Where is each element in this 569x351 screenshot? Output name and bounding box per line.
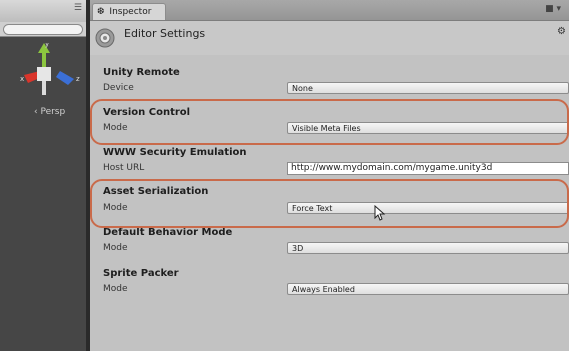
sprite-packer-mode-dropdown[interactable]: Always Enabled [287,283,569,295]
gizmo-z-label: z [76,75,80,83]
inspector-header: Editor Settings ⚙ [90,21,569,55]
host-url-field[interactable]: http://www.mydomain.com/mygame.unity3d [287,162,569,175]
panel-menu-icon[interactable]: ☰ [74,3,82,13]
section-title-unity-remote: Unity Remote [103,67,180,78]
page-title: Editor Settings [124,27,206,40]
scene-search-input[interactable] [3,24,83,35]
inspector-tab-icon: ❆ [97,7,105,17]
default-behavior-mode-dropdown[interactable]: 3D [287,242,569,254]
scene-view[interactable]: y x z ‹ Persp [0,37,86,351]
scene-search-bar [0,22,86,37]
default-behavior-mode-label: Mode [103,243,128,253]
section-title-default-behavior: Default Behavior Mode [103,227,233,238]
sprite-packer-mode-label: Mode [103,284,128,294]
tab-inspector[interactable]: ❆ Inspector [92,3,166,20]
gizmo-x-label: x [20,75,24,83]
tab-label: Inspector [109,7,152,17]
mouse-pointer-icon [374,205,386,221]
gizmo-y-label: y [45,43,49,48]
tab-menu-icon[interactable]: ■ ▾ [545,4,561,14]
device-dropdown[interactable]: None [287,82,569,94]
inspector-panel: ❆ Inspector ■ ▾ Editor Settings ⚙ Unity … [90,0,569,351]
tab-bar: ❆ Inspector ■ ▾ [90,0,569,21]
highlight-version-control [90,99,569,145]
section-title-sprite-packer: Sprite Packer [103,268,179,279]
device-label: Device [103,83,134,93]
settings-menu-icon[interactable]: ⚙ [557,26,566,37]
highlight-asset-serialization [90,179,569,228]
host-url-label: Host URL [103,163,145,173]
orientation-gizmo-icon[interactable]: y x z [20,43,84,101]
settings-gear-icon [95,28,115,48]
scene-toolbar: ☰ [0,0,86,23]
scene-panel: ☰ y x z ‹ Persp [0,0,86,351]
section-title-www-security: WWW Security Emulation [103,147,247,158]
persp-label[interactable]: ‹ Persp [34,107,65,117]
